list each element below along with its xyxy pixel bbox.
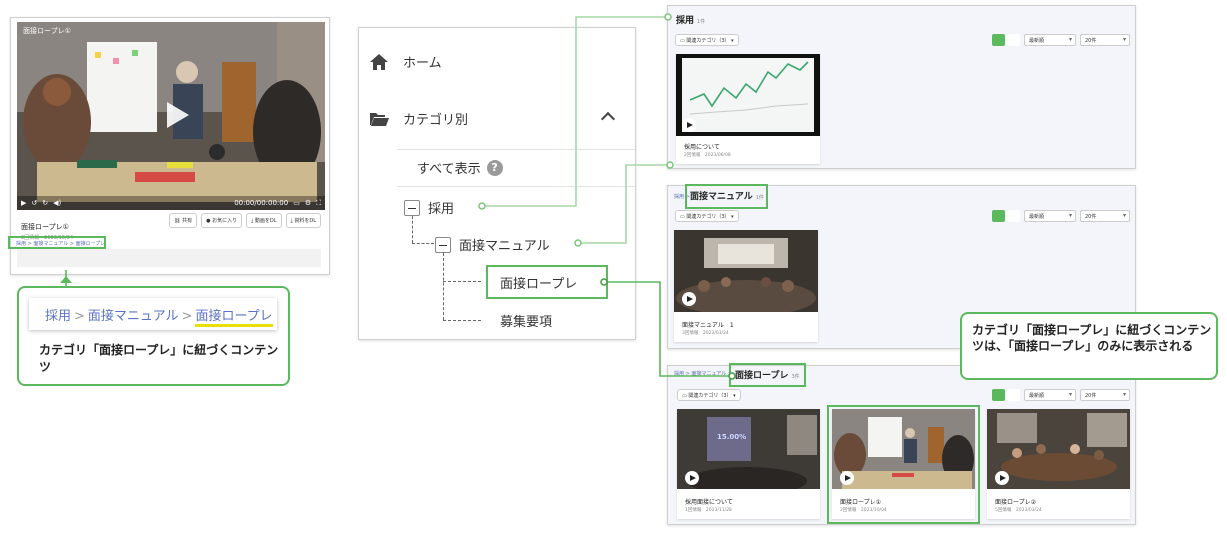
caption-icon[interactable]: ▭ (293, 199, 300, 207)
breadcrumb-link-mensetsu[interactable]: 面接マニュアル (88, 309, 179, 324)
play-icon[interactable] (685, 471, 699, 485)
card-title: 採用面接について (685, 499, 733, 506)
category-panel-saiyo: 採用1件 ▭ 関連カテゴリ（3） ▾ 最新順 20件 採用について 2回情報 2… (667, 5, 1136, 169)
tree-item-recruitment[interactable]: 募集要項 (500, 311, 552, 330)
breadcrumb-link-saiyo[interactable]: 採用 (45, 309, 71, 324)
content-card[interactable]: 採用について 2回情報 2023/06/08 (676, 54, 820, 164)
play-icon[interactable] (167, 102, 189, 128)
card-highlight (827, 405, 980, 524)
download-document-button[interactable]: ⤓ 資料をDL (285, 213, 321, 228)
callout-breadcrumb: 採用 > 面接マニュアル > 面接ロープレ カテゴリ「面接ロープレ」に紐づくコンテンツ (17, 286, 290, 386)
content-card[interactable]: 面接マニュアル 1 3回情報 2023/03/24 (674, 230, 818, 342)
list-view-icon[interactable] (1007, 34, 1020, 46)
callout-left-text: カテゴリ「面接ロープレ」に紐づくコンテンツ (39, 343, 279, 374)
card-meta: 3回情報 2023/03/24 (682, 331, 729, 336)
tree-item-label: 採用 (428, 202, 455, 217)
category-sidebar: ホーム カテゴリ別 すべて表示 ? 採用 面接マニュアル 面接ロープレ 募集要項 (358, 27, 636, 340)
sort-select[interactable]: 最新順 (1024, 34, 1076, 46)
download-video-button[interactable]: ⤓ 動画をDL (246, 213, 282, 228)
tree-item-saiyo[interactable]: 採用 (404, 198, 454, 217)
home-icon (370, 53, 388, 70)
card-meta: 2回情報 2023/06/08 (684, 153, 731, 158)
card-title: 面接ロープレ② (995, 499, 1037, 506)
grid-view-icon[interactable] (992, 34, 1005, 46)
video-controls: ▶ ↺ ↻ ◀) 00:00/00:00:00 ▭ ⚙ ⛶ (17, 196, 325, 210)
breadcrumb-highlight[interactable]: 採用 > 面接マニュアル > 面接ロープレ (8, 236, 106, 249)
nav-home[interactable]: ホーム (369, 52, 442, 71)
related-category-filter[interactable]: ▭ 関連カテゴリ（3） ▾ (675, 210, 739, 222)
tree-item-mensetsu[interactable]: 面接マニュアル (435, 235, 550, 254)
fullscreen-icon[interactable]: ⛶ (316, 199, 321, 208)
nav-by-category[interactable]: カテゴリ別 (369, 109, 468, 128)
card-title: 採用について (684, 144, 720, 151)
video-title-text: 面接ロープレ① (21, 223, 69, 231)
callout-right: カテゴリ「面接ロープレ」に紐づくコンテンツは、「面接ロープレ」のみに表示される (960, 312, 1218, 380)
sort-select[interactable]: 最新順 (1024, 210, 1076, 222)
grid-view-icon[interactable] (992, 389, 1005, 401)
related-category-filter[interactable]: ▭ 関連カテゴリ（3） ▾ (677, 389, 741, 401)
video-frame[interactable]: 面接ロープレ① ▶ ↺ ↻ ◀) 00:00/00:00:00 ▭ ⚙ ⛶ (17, 22, 325, 210)
grid-view-icon[interactable] (992, 210, 1005, 222)
panel-title: 採用 1件 (676, 16, 706, 26)
breadcrumb-zoomed: 採用 > 面接マニュアル > 面接ロープレ (29, 298, 277, 330)
per-page-select[interactable]: 20件 (1080, 389, 1130, 401)
play-icon[interactable] (995, 471, 1009, 485)
favorite-button[interactable]: ● お気に入り (201, 213, 243, 228)
video-title: 面接ロープレ① (23, 27, 71, 35)
tree-item-label: 面接マニュアル (459, 239, 550, 254)
forward-icon[interactable]: ↻ (42, 199, 48, 207)
show-all-label: すべて表示 (417, 162, 481, 177)
time-display: 00:00/00:00:00 (234, 199, 289, 207)
tree-item-label: 面接ロープレ (500, 277, 578, 292)
rewind-icon[interactable]: ↺ (31, 199, 37, 207)
breadcrumb-bar (17, 249, 321, 267)
per-page-select[interactable]: 20件 (1080, 34, 1130, 46)
collapse-icon[interactable] (404, 199, 420, 216)
share-button[interactable]: ⛓ 共有 (169, 213, 198, 228)
list-view-icon[interactable] (1007, 210, 1020, 222)
sort-select[interactable]: 最新順 (1024, 389, 1076, 401)
volume-icon[interactable]: ◀) (53, 199, 61, 207)
nav-home-label: ホーム (403, 56, 442, 71)
card-title: 面接マニュアル 1 (682, 322, 734, 329)
collapse-icon[interactable] (435, 236, 451, 253)
per-page-select[interactable]: 20件 (1080, 210, 1130, 222)
chevron-up-icon[interactable] (600, 111, 616, 127)
list-view-icon[interactable] (1007, 389, 1020, 401)
link-icon: ⛓ (174, 218, 183, 224)
related-category-filter[interactable]: ▭ 関連カテゴリ（3） ▾ (675, 34, 739, 46)
chart-thumbnail-image (682, 58, 814, 132)
content-card[interactable]: 15.00% 採用面接について 1回情報 2023/11/28 (677, 409, 820, 519)
tree-item-roleplay[interactable]: 面接ロープレ (500, 273, 577, 292)
panel-title: 面接マニュアル 1件 (690, 192, 764, 202)
breadcrumb-current[interactable]: 面接ロープレ (195, 309, 273, 327)
show-all-link[interactable]: すべて表示 ? (417, 158, 503, 177)
play-icon[interactable] (682, 292, 696, 306)
panel-title: 面接ロープレ 3件 (735, 371, 800, 381)
panel-breadcrumb[interactable]: 採用 > 面接マニュアル > (674, 370, 732, 377)
card-meta: 5回情報 2023/03/24 (995, 508, 1042, 513)
folder-open-icon (370, 112, 389, 126)
play-icon[interactable] (682, 118, 696, 132)
nav-by-category-label: カテゴリ別 (403, 113, 469, 128)
content-card[interactable]: 面接ロープレ② 5回情報 2023/03/24 (987, 409, 1130, 519)
presentation-stat: 15.00% (717, 433, 747, 441)
play-button-icon[interactable]: ▶ (21, 199, 26, 207)
tree-item-label: 募集要項 (500, 315, 553, 330)
settings-icon[interactable]: ⚙ (305, 199, 311, 207)
card-meta: 1回情報 2023/11/28 (685, 508, 732, 513)
help-icon[interactable]: ? (486, 159, 503, 176)
